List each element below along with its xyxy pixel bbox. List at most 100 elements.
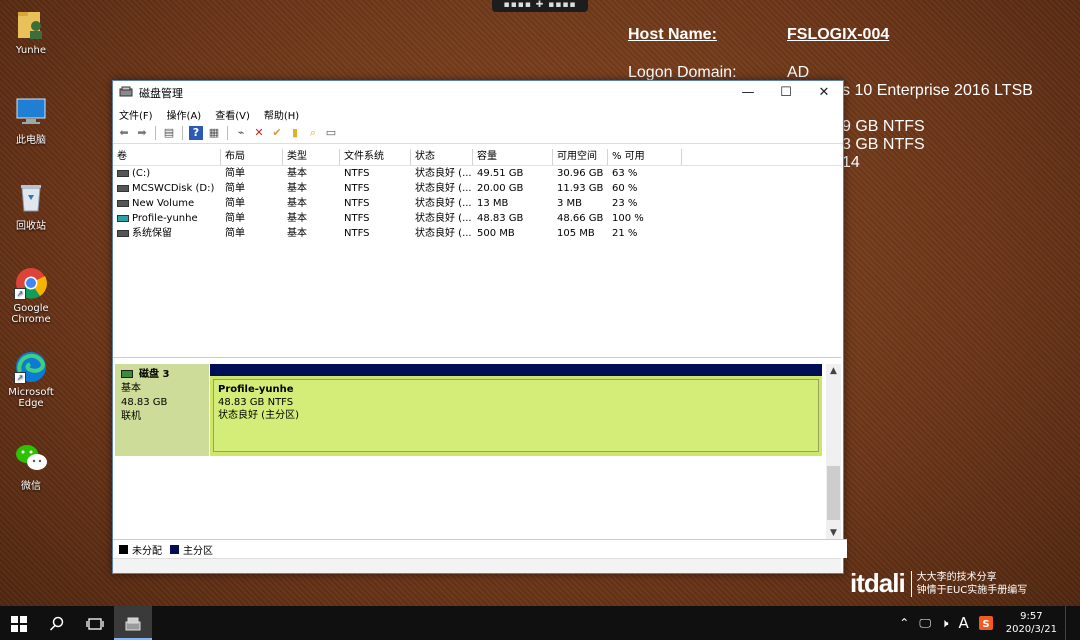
sogou-input-icon[interactable]: S bbox=[974, 616, 998, 631]
bginfo-volume-1: 9 GB NTFS bbox=[842, 118, 925, 135]
menu-action[interactable]: 操作(A) bbox=[167, 107, 202, 122]
recycle-bin-icon bbox=[14, 180, 48, 214]
column-header-type[interactable]: 类型 bbox=[283, 149, 340, 165]
toolbar: ⬅ ➡ ▤ ? ▦ ⌁ ✕ ✔ ▮ ⌕ ▭ bbox=[113, 123, 843, 144]
desktop-icon-chrome[interactable]: ↗ Google Chrome bbox=[4, 266, 58, 325]
desktop-icon-label: 此电脑 bbox=[16, 135, 46, 146]
desktop-icon-label: 微信 bbox=[21, 481, 41, 492]
check-icon[interactable]: ✔ bbox=[270, 126, 284, 140]
volume-row[interactable]: New Volume 简单 基本 NTFS 状态良好 (... 13 MB 3 … bbox=[113, 196, 841, 211]
desktop-icon-this-pc[interactable]: 此电脑 bbox=[4, 94, 58, 146]
bginfo-volume-2: 3 GB NTFS bbox=[842, 136, 925, 153]
new-folder-icon[interactable]: ▮ bbox=[288, 126, 302, 140]
bginfo-line-3: 14 bbox=[842, 154, 860, 171]
bginfo-os: s 10 Enterprise 2016 LTSB bbox=[842, 82, 1033, 99]
clock-time: 9:57 bbox=[1020, 611, 1043, 622]
clock-date: 2020/3/21 bbox=[1005, 624, 1057, 635]
disk-title: 磁盘 3 bbox=[139, 369, 170, 380]
minimize-button[interactable]: — bbox=[729, 81, 767, 105]
column-header-capacity[interactable]: 容量 bbox=[473, 149, 553, 165]
partition-detail: 48.83 GB NTFS bbox=[218, 397, 294, 408]
menu-help[interactable]: 帮助(H) bbox=[264, 107, 299, 122]
clock[interactable]: 9:57 2020/3/21 bbox=[998, 610, 1065, 636]
menu-view[interactable]: 查看(V) bbox=[215, 107, 250, 122]
scroll-up-icon[interactable]: ▲ bbox=[826, 364, 841, 378]
taskbar-disk-management[interactable] bbox=[114, 606, 152, 640]
column-header-status[interactable]: 状态 bbox=[411, 149, 473, 165]
disk-3-label[interactable]: 磁盘 3 基本 48.83 GB 联机 bbox=[115, 364, 209, 456]
column-header-filesystem[interactable]: 文件系统 bbox=[340, 149, 411, 165]
title-bar[interactable]: 磁盘管理 — ☐ ✕ bbox=[113, 81, 843, 105]
bginfo-host-value: FSLOGIX-004 bbox=[787, 26, 890, 43]
volume-row[interactable]: MCSWCDisk (D:) 简单 基本 NTFS 状态良好 (... 20.0… bbox=[113, 181, 841, 196]
disk-size: 48.83 GB bbox=[121, 397, 168, 408]
maximize-button[interactable]: ☐ bbox=[767, 81, 805, 105]
primary-swatch bbox=[170, 544, 179, 554]
search-button[interactable] bbox=[38, 606, 76, 640]
column-header-percent-free[interactable]: % 可用 bbox=[608, 149, 682, 165]
bginfo-host-label: Host Name: bbox=[628, 26, 717, 43]
legend-primary: 主分区 bbox=[183, 545, 213, 557]
partition-body: Profile-yunhe 48.83 GB NTFS 状态良好 (主分区) bbox=[213, 379, 819, 452]
help-icon[interactable]: ? bbox=[189, 126, 203, 140]
start-button[interactable] bbox=[0, 606, 38, 640]
volume-icon bbox=[117, 229, 129, 237]
volume-row[interactable]: Profile-yunhe 简单 基本 NTFS 状态良好 (... 48.83… bbox=[113, 211, 841, 226]
remote-desktop-bar[interactable]: ▪▪▪▪ ✚ ▪▪▪▪ bbox=[492, 0, 588, 12]
desktop-icon-edge[interactable]: ↗ Microsoft Edge bbox=[4, 350, 58, 409]
partition-name: Profile-yunhe bbox=[218, 384, 294, 395]
search-icon bbox=[49, 616, 64, 631]
legend-unallocated: 未分配 bbox=[132, 545, 162, 557]
volume-icon bbox=[117, 214, 129, 222]
show-desktop-button[interactable] bbox=[1065, 606, 1080, 640]
volume-muted-icon[interactable]: 🕨 bbox=[936, 616, 954, 631]
desktop-icon-recycle-bin[interactable]: 回收站 bbox=[4, 180, 58, 232]
partition-profile-yunhe[interactable]: Profile-yunhe 48.83 GB NTFS 状态良好 (主分区) bbox=[210, 364, 822, 456]
close-button[interactable]: ✕ bbox=[805, 81, 843, 105]
forward-arrow-icon[interactable]: ➡ bbox=[135, 126, 149, 140]
computer-icon bbox=[14, 94, 48, 128]
windows-logo-icon bbox=[11, 615, 27, 632]
disk-type: 基本 bbox=[121, 383, 141, 394]
network-icon[interactable]: 🖵 bbox=[914, 616, 936, 631]
back-arrow-icon[interactable]: ⬅ bbox=[117, 126, 131, 140]
disk-view-scrollbar[interactable]: ▲ ▼ bbox=[826, 364, 841, 540]
search-folder-icon[interactable]: ⌕ bbox=[306, 126, 320, 140]
volume-list: 卷 布局 类型 文件系统 状态 容量 可用空间 % 可用 (C:) 简单 基本 … bbox=[113, 149, 841, 355]
scroll-down-icon[interactable]: ▼ bbox=[826, 526, 841, 540]
disk-management-window: 磁盘管理 — ☐ ✕ 文件(F) 操作(A) 查看(V) 帮助(H) ⬅ ➡ ▤… bbox=[112, 80, 847, 574]
shortcut-arrow-icon: ↗ bbox=[14, 372, 26, 384]
column-header-free-space[interactable]: 可用空间 bbox=[553, 149, 608, 165]
column-header-layout[interactable]: 布局 bbox=[221, 149, 283, 165]
volume-row[interactable]: 系统保留 简单 基本 NTFS 状态良好 (... 500 MB 105 MB … bbox=[113, 226, 841, 241]
menu-file[interactable]: 文件(F) bbox=[119, 107, 153, 122]
connect-disk-icon[interactable]: ⌁ bbox=[234, 126, 248, 140]
desktop-icon-user-folder[interactable]: Yunhe bbox=[4, 8, 58, 56]
edge-icon: ↗ bbox=[14, 350, 48, 384]
legend: 未分配 主分区 bbox=[113, 539, 847, 558]
show-hide-console-tree-icon[interactable]: ▤ bbox=[162, 126, 176, 140]
disk-icon bbox=[121, 370, 133, 378]
properties-icon[interactable]: ▦ bbox=[207, 126, 221, 140]
column-header-volume[interactable]: 卷 bbox=[113, 149, 221, 165]
console-icon[interactable]: ▭ bbox=[324, 126, 338, 140]
chrome-icon: ↗ bbox=[14, 266, 48, 300]
delete-icon[interactable]: ✕ bbox=[252, 126, 266, 140]
input-method-indicator[interactable]: A bbox=[953, 614, 973, 632]
taskbar: ⌃ 🖵 🕨 A S 9:57 2020/3/21 bbox=[0, 606, 1080, 640]
show-hidden-icons-chevron-icon[interactable]: ⌃ bbox=[894, 616, 914, 630]
volume-row[interactable]: (C:) 简单 基本 NTFS 状态良好 (... 49.51 GB 30.96… bbox=[113, 166, 841, 181]
desktop-icon-label: Yunhe bbox=[15, 45, 47, 56]
desktop-icon-wechat[interactable]: 微信 bbox=[4, 440, 58, 492]
window-title: 磁盘管理 bbox=[139, 87, 183, 100]
volume-icon bbox=[117, 169, 129, 177]
scrollbar-thumb[interactable] bbox=[827, 466, 840, 520]
disk-management-icon bbox=[125, 617, 141, 630]
watermark: itdali 大大李的技术分享 钟情于EUC实施手册编写 bbox=[850, 568, 1027, 599]
task-view-button[interactable] bbox=[76, 606, 114, 640]
watermark-line-2: 钟情于EUC实施手册编写 bbox=[916, 584, 1028, 596]
desktop-icon-label: Google Chrome bbox=[11, 303, 51, 325]
watermark-line-1: 大大李的技术分享 bbox=[916, 571, 997, 583]
wechat-icon bbox=[14, 440, 48, 474]
user-folder-icon bbox=[14, 8, 48, 42]
